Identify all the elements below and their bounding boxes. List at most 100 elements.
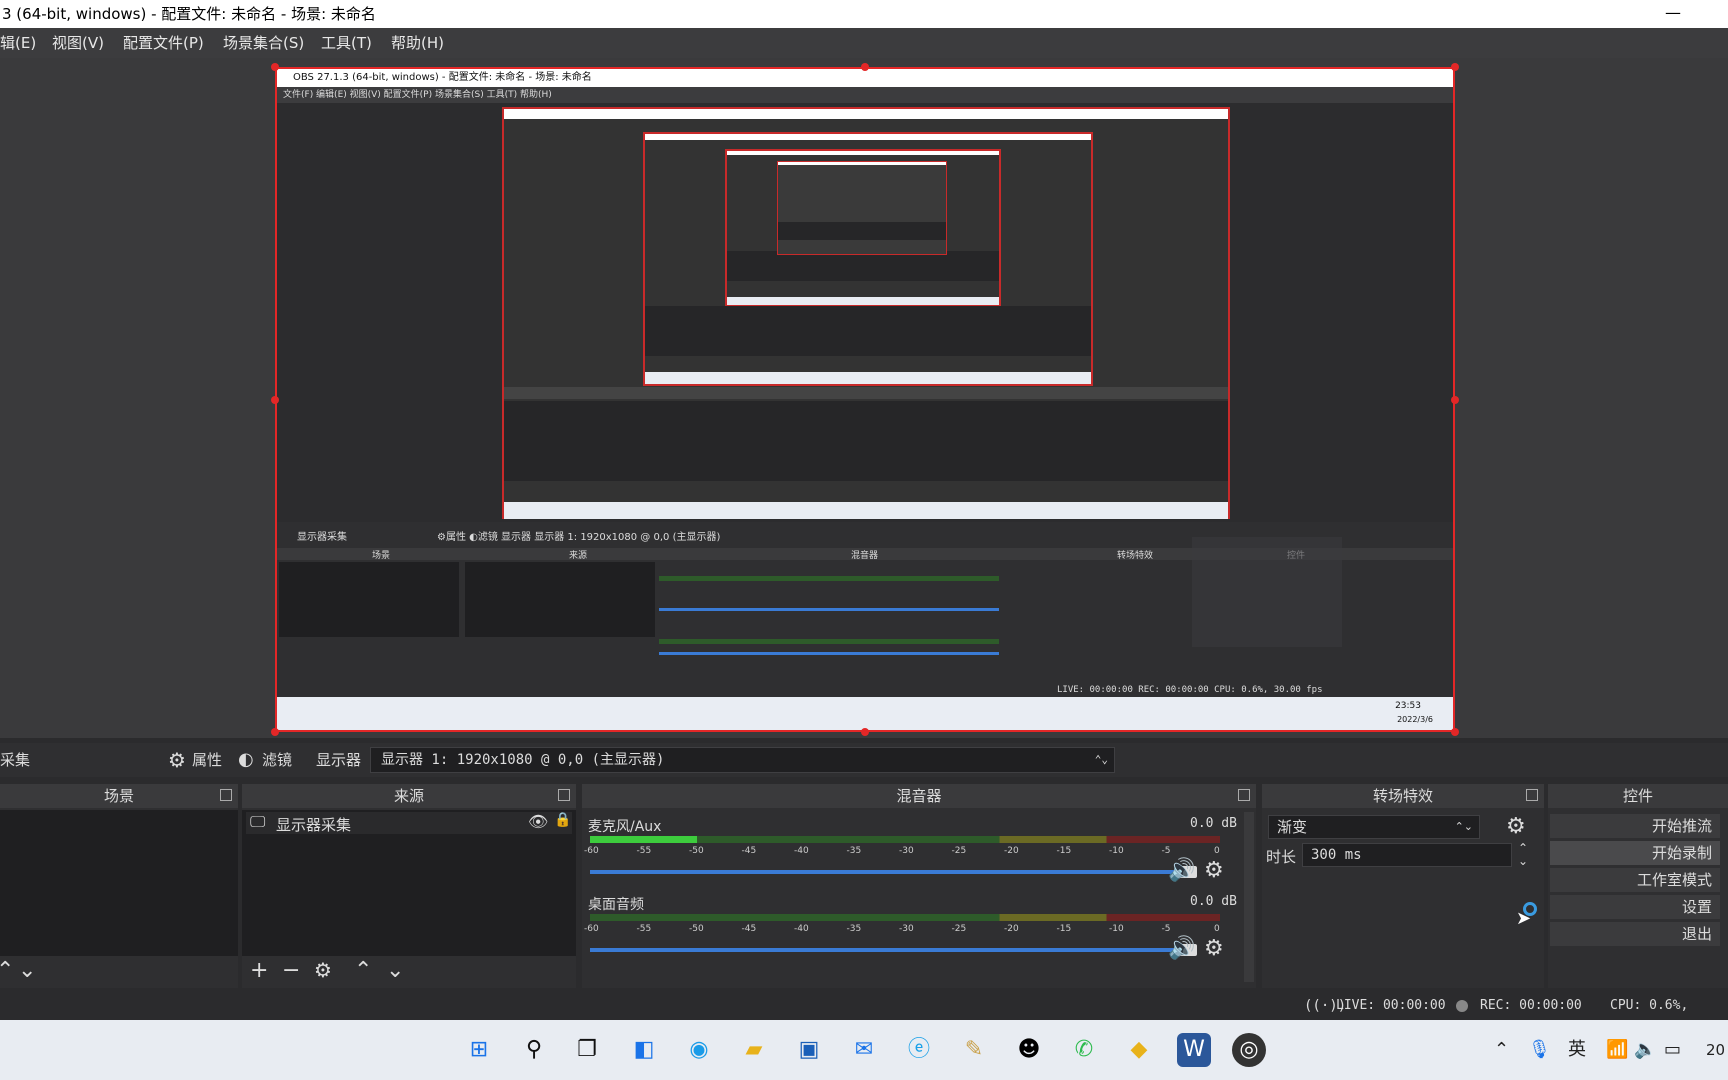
settings-button[interactable]: 设置 (1550, 895, 1720, 919)
chevron-down-icon[interactable]: ⌄ (386, 958, 404, 983)
float-icon[interactable] (1526, 789, 1538, 801)
spin-arrows-icon[interactable]: ⌃ ⌄ (1518, 842, 1528, 868)
recursive-status: LIVE: 00:00:00 REC: 00:00:00 CPU: 0.6%, … (1057, 685, 1323, 695)
recursive-docks: 显示器采集 ⚙属性 ◐滤镜 显示器 显示器 1: 1920x1080 @ 0,0… (277, 522, 1453, 697)
gear-icon[interactable]: ⚙ (1204, 858, 1224, 883)
display-label: 显示器 (316, 751, 362, 769)
chevron-up-icon[interactable]: ⌃ (0, 958, 14, 983)
edge-icon[interactable]: ◉ (682, 1033, 716, 1067)
mixer-scrollbar[interactable] (1244, 812, 1254, 982)
ie-browser-icon[interactable]: ⓔ (902, 1033, 936, 1067)
mail-icon[interactable]: ✉ (847, 1033, 881, 1067)
add-icon[interactable]: + (250, 958, 268, 983)
filters-button[interactable]: 滤镜 (262, 743, 292, 777)
channel-db: 0.0 dB (1190, 816, 1237, 831)
store-icon[interactable]: ▣ (792, 1033, 826, 1067)
sources-list[interactable]: 🖵 显示器采集 👁 🔒 (242, 810, 576, 956)
resize-handle-l[interactable] (271, 396, 279, 404)
notepad-icon[interactable]: ✎ (957, 1033, 991, 1067)
menu-tools[interactable]: 工具(T) (321, 28, 372, 58)
menu-profile[interactable]: 配置文件(P) (123, 28, 204, 58)
recursive-dock-sources: 来源 (569, 551, 588, 561)
menu-view[interactable]: 视图(V) (52, 28, 104, 58)
obs-icon[interactable]: ◎ (1232, 1033, 1266, 1067)
float-icon[interactable] (1238, 789, 1250, 801)
resize-handle-bl[interactable] (271, 728, 279, 736)
chevron-down-icon[interactable]: ⌄ (18, 958, 36, 983)
transitions-dock-header: 转场特效 (1262, 784, 1544, 808)
volume-slider[interactable] (590, 948, 1188, 952)
meter-tick-label: -10 (1109, 924, 1124, 934)
task-view-icon[interactable]: ❐ (570, 1033, 604, 1067)
minimize-button[interactable]: — (1658, 0, 1688, 28)
resize-handle-t[interactable] (861, 63, 869, 71)
chevron-up-icon[interactable]: ⌃ (1494, 1020, 1509, 1080)
start-recording-button[interactable]: 开始录制 (1550, 841, 1720, 865)
remove-icon[interactable]: − (282, 958, 300, 983)
speaker-icon[interactable]: 🔊 (1168, 858, 1195, 883)
transition-select-value: 渐变 (1277, 818, 1308, 836)
clock[interactable]: 20 (1706, 1020, 1725, 1080)
taskbar: ⊞ ⚲ ❐ ◧ ◉ ▰ ▣ ✉ ⓔ ✎ ☻ ✆ ◆ W ◎ ⌃ 🎙 英 📶 🔈 … (0, 1020, 1728, 1080)
display-capture-preview[interactable]: OBS 27.1.3 (64-bit, windows) - 配置文件: 未命名… (275, 67, 1455, 732)
wechat-icon[interactable]: ✆ (1067, 1033, 1101, 1067)
chevron-updown-icon: ⌃⌄ (1454, 820, 1473, 833)
word-icon[interactable]: W (1177, 1033, 1211, 1067)
meter-tick-label: -30 (899, 924, 914, 934)
filter-icon[interactable]: ◐ (238, 743, 254, 777)
resize-handle-r[interactable] (1451, 396, 1459, 404)
transitions-title: 转场特效 (1372, 787, 1433, 805)
properties-button[interactable]: 属性 (192, 743, 222, 777)
menu-edit[interactable]: 辑(E) (0, 28, 36, 58)
wifi-icon[interactable]: 📶 (1606, 1020, 1628, 1080)
meter-tick-label: -20 (1004, 846, 1019, 856)
display-select[interactable]: 显示器 1: 1920x1080 @ 0,0 (主显示器) ⌃⌄ (370, 747, 1115, 773)
exit-button[interactable]: 退出 (1550, 922, 1720, 946)
gear-icon[interactable]: ⚙ (314, 958, 332, 982)
speaker-icon[interactable]: 🔊 (1168, 936, 1195, 961)
search-icon[interactable]: ⚲ (517, 1033, 551, 1067)
recursive-preview-5 (777, 161, 947, 255)
resize-handle-b[interactable] (861, 728, 869, 736)
recursive-dock-scenes: 场景 (372, 551, 391, 561)
game-app-icon[interactable]: ☻ (1012, 1033, 1046, 1067)
float-icon[interactable] (558, 789, 570, 801)
gear-icon[interactable]: ⚙ (168, 743, 186, 777)
transition-select[interactable]: 渐变 ⌃⌄ (1268, 815, 1480, 839)
file-explorer-icon[interactable]: ▰ (737, 1033, 771, 1067)
meter-tick-label: -15 (1056, 924, 1072, 934)
float-icon[interactable] (220, 789, 232, 801)
list-item[interactable]: 🖵 显示器采集 👁 🔒 (246, 812, 572, 834)
menu-scene-collection[interactable]: 场景集合(S) (223, 28, 304, 58)
gear-icon[interactable]: ⚙ (1204, 936, 1224, 961)
duration-spinbox[interactable]: 300 ms (1302, 843, 1512, 867)
scenes-list[interactable] (0, 810, 238, 956)
battery-icon[interactable]: ▭ (1664, 1020, 1681, 1080)
chevron-up-icon[interactable]: ⌃ (354, 958, 372, 983)
channel-name: 桌面音频 (588, 897, 644, 913)
source-item-label: 显示器采集 (276, 816, 352, 834)
widgets-icon[interactable]: ◧ (627, 1033, 661, 1067)
meter-tick-label: -25 (951, 924, 967, 934)
meter-tick-label: -40 (794, 924, 809, 934)
eye-icon[interactable]: 👁 (528, 812, 548, 831)
resize-handle-tr[interactable] (1451, 63, 1459, 71)
volume-slider[interactable] (590, 870, 1188, 874)
start-streaming-button[interactable]: 开始推流 (1550, 814, 1720, 838)
volume-meter (590, 914, 1220, 921)
app-diamond-icon[interactable]: ◆ (1122, 1033, 1156, 1067)
meter-tick-label: 0 (1214, 846, 1220, 856)
windows-start-icon[interactable]: ⊞ (462, 1033, 496, 1067)
status-bar: ((·)) LIVE: 00:00:00 REC: 00:00:00 CPU: … (0, 992, 1728, 1041)
volume-icon[interactable]: 🔈 (1634, 1020, 1656, 1080)
scenes-dock-header: 场景 (0, 784, 238, 808)
resize-handle-br[interactable] (1451, 728, 1459, 736)
meter-tick-label: -55 (636, 924, 652, 934)
lock-icon[interactable]: 🔒 (554, 812, 571, 828)
menu-help[interactable]: 帮助(H) (391, 28, 444, 58)
microphone-icon[interactable]: 🎙 (1528, 1020, 1551, 1080)
gear-icon[interactable]: ⚙ (1506, 814, 1526, 839)
ime-indicator[interactable]: 英 (1568, 1020, 1586, 1080)
studio-mode-button[interactable]: 工作室模式 (1550, 868, 1720, 892)
resize-handle-tl[interactable] (271, 63, 279, 71)
